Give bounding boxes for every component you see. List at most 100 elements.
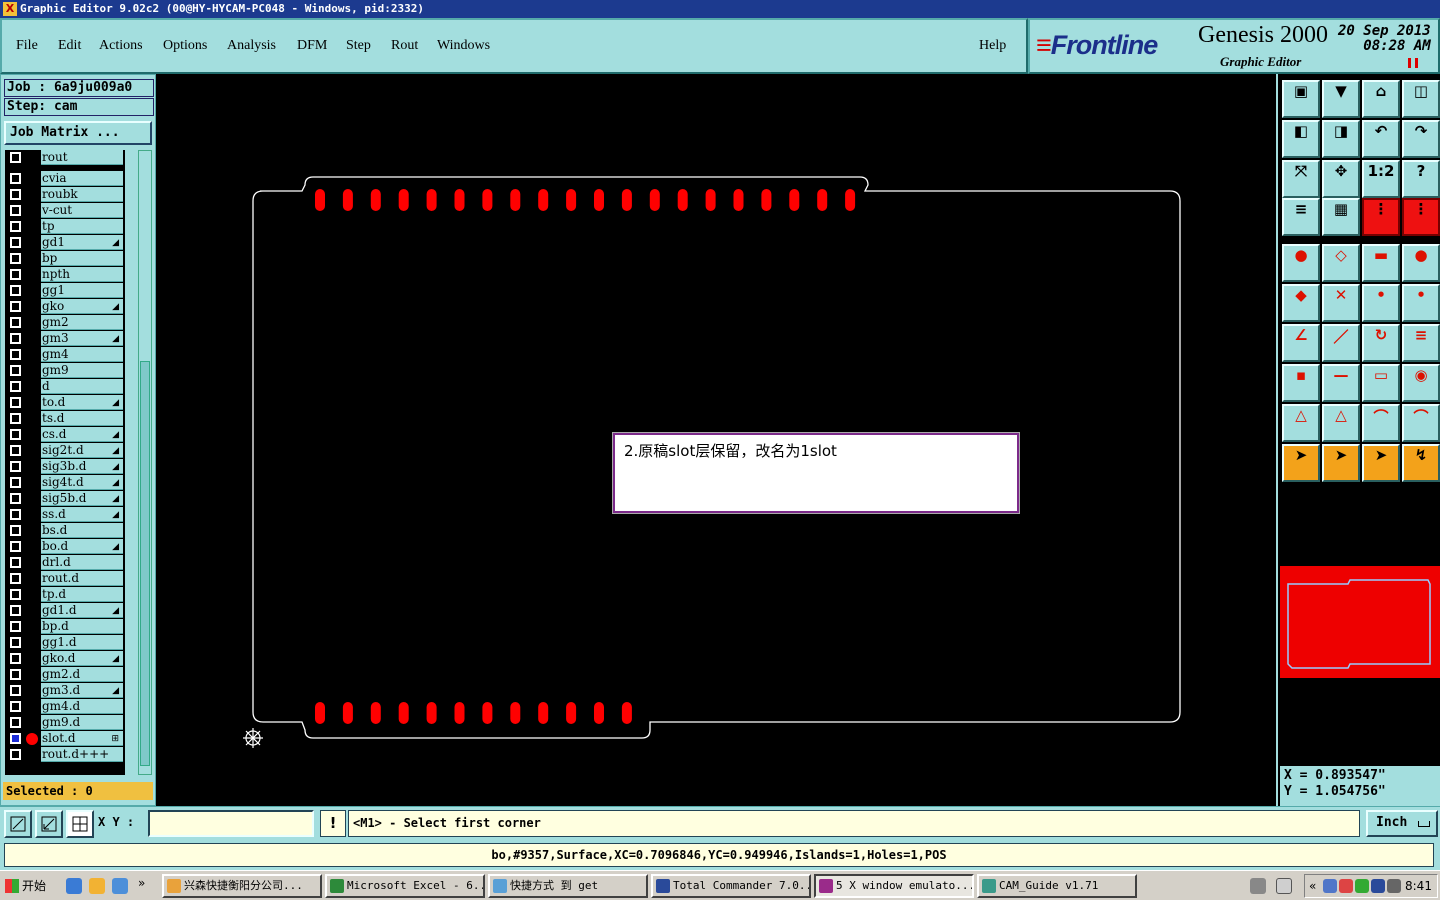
layer-name[interactable]: bp.d [41, 619, 123, 634]
redo-icon[interactable]: ↷ [1402, 120, 1440, 158]
start-button[interactable]: 开始 [2, 874, 52, 898]
layer-name[interactable]: gd1.d ◢ [41, 603, 123, 618]
layer-checkbox[interactable] [10, 605, 21, 616]
xy-input[interactable] [148, 810, 314, 837]
layer-name[interactable]: gko.d ◢ [41, 651, 123, 666]
layer-row[interactable]: v-cut [5, 203, 125, 218]
app-icon[interactable]: X [3, 2, 17, 16]
layer-name[interactable]: ss.d ◢ [41, 507, 123, 522]
overview-map[interactable] [1280, 566, 1440, 678]
dimension-icon[interactable]: ▭ [1362, 364, 1400, 402]
layer-row[interactable]: gko ◢ [5, 299, 125, 314]
layer-row[interactable]: gm9 [5, 363, 125, 378]
triangle-icon[interactable]: △ [1282, 404, 1320, 442]
layer-checkbox[interactable] [10, 461, 21, 472]
layer-checkbox[interactable] [10, 717, 21, 728]
undo-icon[interactable]: ↶ [1362, 120, 1400, 158]
outlook-icon[interactable] [112, 878, 128, 894]
layer-checkbox[interactable] [10, 525, 21, 536]
layer-name[interactable]: gg1 [41, 283, 123, 298]
arrow-up-icon[interactable]: △ [1322, 404, 1360, 442]
layer-row[interactable]: tp.d [5, 587, 125, 602]
layer-checkbox[interactable] [10, 477, 21, 488]
layer-name[interactable]: gm9.d [41, 715, 123, 730]
layer-row[interactable]: rout [5, 150, 125, 165]
job-matrix-button[interactable]: Job Matrix ... [4, 121, 152, 145]
layer-name[interactable]: gm3.d ◢ [41, 683, 123, 698]
task-item-6[interactable]: CAM_Guide v1.71 [977, 874, 1137, 898]
layer-row[interactable]: gm9.d [5, 715, 125, 730]
security-icon[interactable] [1339, 879, 1353, 893]
layer-name[interactable]: gm2.d [41, 667, 123, 682]
cross-icon[interactable]: ✕ [1322, 284, 1360, 322]
affected-layer-icon[interactable] [26, 733, 38, 745]
layer-name[interactable]: sig3b.d ◢ [41, 459, 123, 474]
layer-row[interactable]: gm2 [5, 315, 125, 330]
split-view-icon[interactable]: ◫ [1402, 80, 1440, 118]
layer-checkbox[interactable] [10, 653, 21, 664]
scroll-thumb[interactable] [140, 361, 150, 766]
open-job-icon[interactable]: ▣ [1282, 80, 1320, 118]
layer-checkbox[interactable] [10, 381, 21, 392]
fill-icon[interactable]: ● [1282, 244, 1320, 282]
keyboard-icon[interactable] [1250, 878, 1266, 894]
layer-name[interactable]: bo.d ◢ [41, 539, 123, 554]
layer-row[interactable]: sig3b.d ◢ [5, 459, 125, 474]
pointer-box-icon[interactable]: ➤ [1322, 444, 1360, 482]
layer-name[interactable]: gko ◢ [41, 299, 123, 314]
layer-row[interactable]: tp [5, 219, 125, 234]
layer-row[interactable]: sig5b.d ◢ [5, 491, 125, 506]
monitor-icon[interactable] [1371, 879, 1385, 893]
layer-row[interactable]: d [5, 379, 125, 394]
draw-line-icon[interactable]: ◇ [1322, 244, 1360, 282]
zoom-fit-icon[interactable]: ⤧ [1282, 160, 1320, 198]
layer-checkbox[interactable] [10, 205, 21, 216]
layer-row[interactable]: bo.d ◢ [5, 539, 125, 554]
grid-button[interactable] [66, 810, 94, 838]
grid-icon[interactable]: ▦ [1322, 198, 1360, 236]
layer-name[interactable]: sig5b.d ◢ [41, 491, 123, 506]
pad-icon[interactable]: ● [1402, 244, 1440, 282]
layer-name[interactable]: gd1 ◢ [41, 235, 123, 250]
move-right-icon[interactable]: ◨ [1322, 120, 1360, 158]
feature-icon[interactable]: ▪ [1282, 364, 1320, 402]
pointer-circle-icon[interactable]: ➤ [1362, 444, 1400, 482]
layer-name[interactable]: sig2t.d ◢ [41, 443, 123, 458]
layer-checkbox[interactable] [10, 349, 21, 360]
layer-checkbox[interactable] [10, 397, 21, 408]
menu-analysis[interactable]: Analysis [227, 38, 276, 54]
ruler-icon[interactable]: ▬ [1362, 244, 1400, 282]
layer-name[interactable]: d [41, 379, 123, 394]
menu-edit[interactable]: Edit [58, 38, 81, 54]
layer-checkbox[interactable] [10, 589, 21, 600]
layer-checkbox[interactable] [10, 237, 21, 248]
arc-icon[interactable]: ↻ [1362, 324, 1400, 362]
folder-icon[interactable] [89, 878, 105, 894]
layer-row[interactable]: gg1 [5, 283, 125, 298]
layer-row[interactable]: slot.d ⊞ [5, 731, 125, 746]
layer-name[interactable]: gm4 [41, 347, 123, 362]
query-icon[interactable]: ? [1402, 160, 1440, 198]
move-left-icon[interactable]: ◧ [1282, 120, 1320, 158]
arch-down-icon[interactable]: ⌒ [1402, 404, 1440, 442]
layer-link-icon[interactable]: ⋮ [1362, 198, 1400, 236]
pointer-icon[interactable]: ➤ [1282, 444, 1320, 482]
layer-checkbox[interactable] [10, 413, 21, 424]
layer-row[interactable]: rout.d+++ [5, 747, 125, 762]
arch-icon[interactable]: ⌒ [1362, 404, 1400, 442]
layer-checkbox[interactable] [10, 317, 21, 328]
route-icon[interactable]: ↯ [1402, 444, 1440, 482]
update-icon[interactable] [1355, 879, 1369, 893]
task-item-4[interactable]: Total Commander 7.0... [651, 874, 811, 898]
task-item-5[interactable]: 5 X window emulato... [814, 874, 974, 898]
layer-name[interactable]: tp [41, 219, 123, 234]
layer-row[interactable]: gg1.d [5, 635, 125, 650]
connect-icon[interactable]: • [1402, 284, 1440, 322]
layer-row[interactable]: gm4 [5, 347, 125, 362]
menu-options[interactable]: Options [163, 38, 207, 54]
menu-dfm[interactable]: DFM [297, 38, 327, 54]
layer-checkbox[interactable] [10, 749, 21, 760]
volume-icon[interactable] [1387, 879, 1401, 893]
menu-help[interactable]: Help [979, 38, 1006, 54]
layer-row[interactable]: to.d ◢ [5, 395, 125, 410]
